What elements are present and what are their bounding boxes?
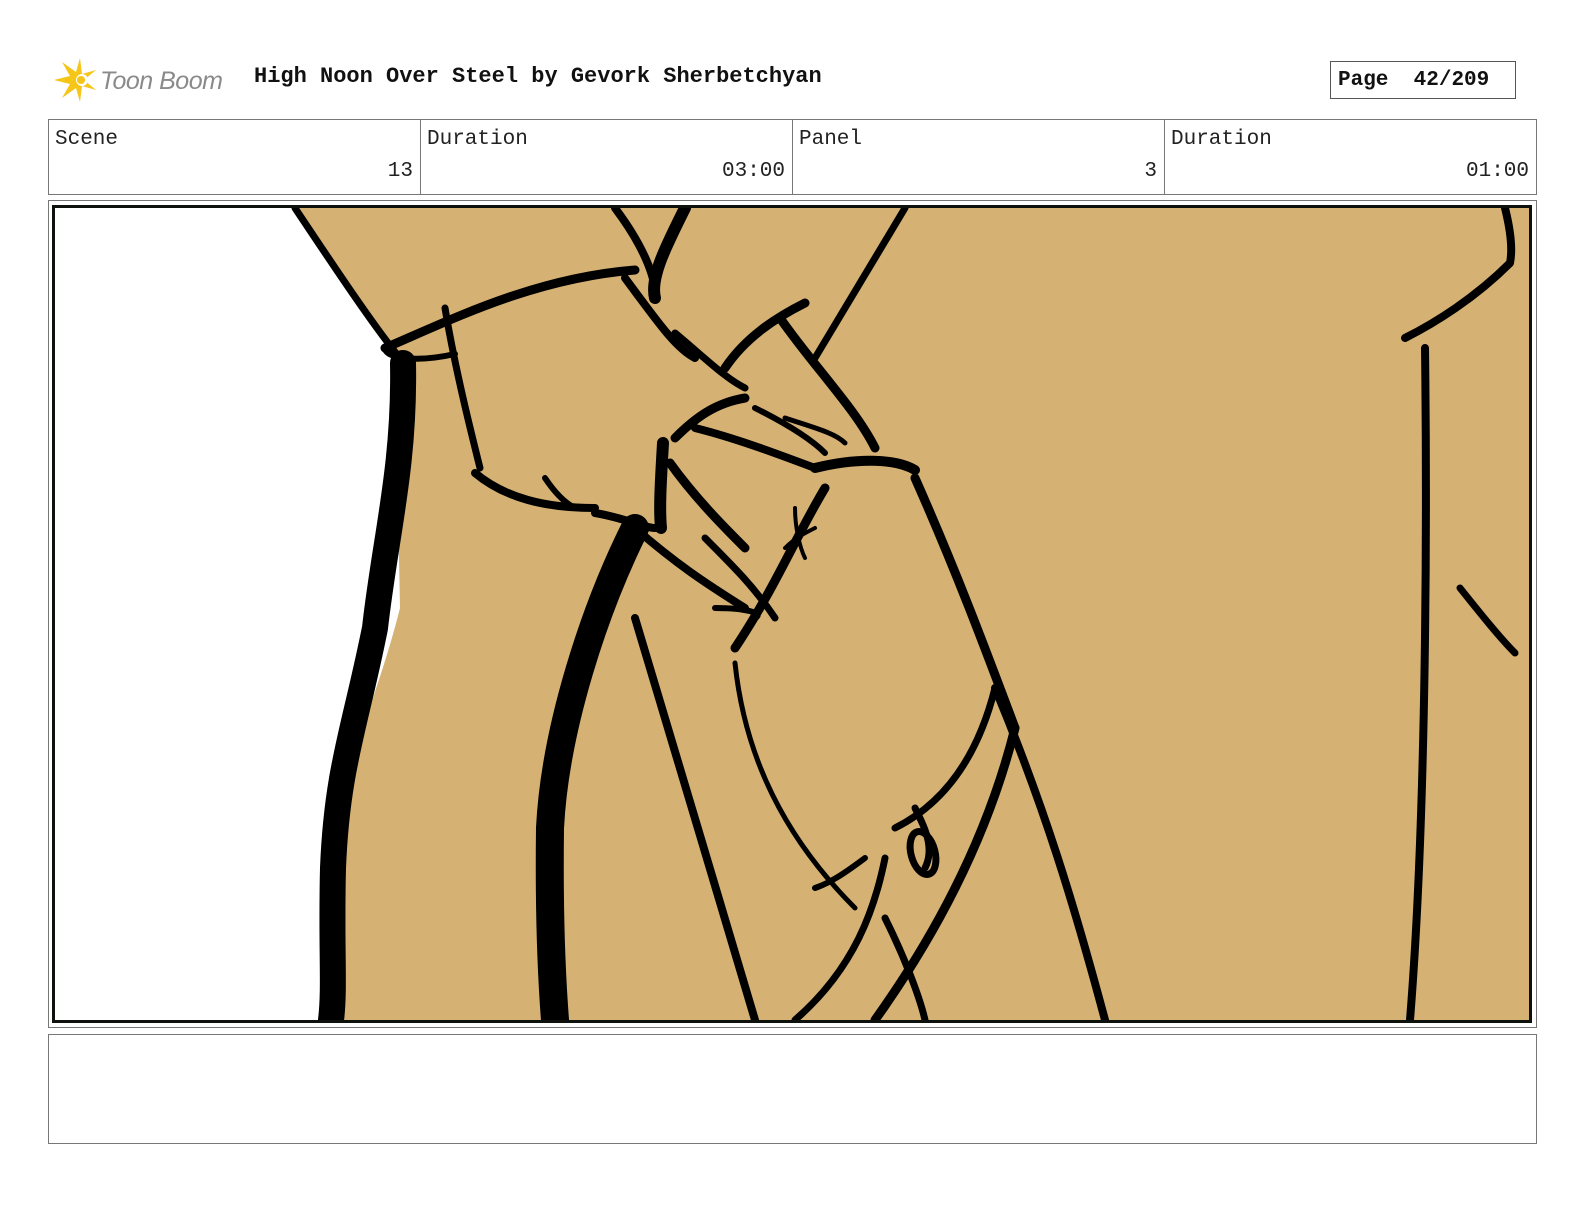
- scene-duration-value: 03:00: [721, 160, 785, 183]
- scene-label: Scene: [55, 128, 119, 151]
- panel-image: [52, 205, 1532, 1023]
- panel-duration-value: 01:00: [1465, 160, 1529, 183]
- panel-duration-cell: Duration 01:00: [1164, 120, 1536, 194]
- panel-value: 3: [1144, 160, 1157, 183]
- panel-duration-label: Duration: [1171, 128, 1272, 151]
- panel-cell: Panel 3: [792, 120, 1164, 194]
- holster-hole: [906, 828, 940, 878]
- toon-boom-logo: Toon Boom: [48, 56, 223, 106]
- page-label: Page: [1338, 68, 1389, 92]
- background-white: [55, 208, 400, 1020]
- logo-text: Toon Boom: [100, 66, 223, 95]
- scene-duration-cell: Duration 03:00: [420, 120, 792, 194]
- panel-label: Panel: [799, 128, 863, 151]
- page-number: 42/209: [1413, 68, 1490, 92]
- storyboard-drawing: [55, 208, 1519, 1020]
- scene-duration-label: Duration: [427, 128, 528, 151]
- scene-info-table: Scene 13 Duration 03:00 Panel 3 Duration…: [48, 119, 1537, 195]
- panel-notes-box: [48, 1034, 1537, 1144]
- page-header: Toon Boom High Noon Over Steel by Gevork…: [48, 52, 1536, 108]
- scene-cell: Scene 13: [49, 120, 420, 194]
- scene-value: 13: [387, 160, 413, 183]
- document-title: High Noon Over Steel by Gevork Sherbetch…: [254, 64, 822, 89]
- page-counter: Page 42/209: [1330, 61, 1516, 99]
- starburst-icon: [54, 58, 96, 102]
